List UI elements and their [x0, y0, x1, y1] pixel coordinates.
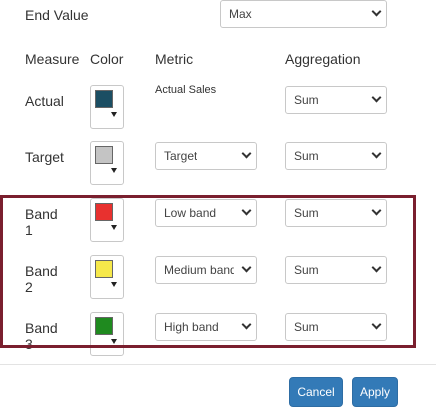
measure-label-band-3: Band 3: [25, 320, 58, 352]
measure-label-line1: Band: [25, 263, 58, 279]
measure-label-line2: 1: [25, 222, 33, 238]
color-swatch: [95, 146, 113, 164]
metric-select-value: Target: [164, 149, 198, 163]
metric-select-target[interactable]: Target: [155, 142, 257, 170]
header-measure: Measure: [25, 51, 80, 67]
end-value-select-value: Max: [229, 7, 252, 21]
chevron-down-icon: [371, 148, 382, 159]
metric-select-band-2[interactable]: Medium band: [155, 256, 257, 284]
color-swatch: [95, 260, 113, 278]
chevron-down-icon: [241, 262, 252, 273]
chevron-down-icon: [241, 319, 252, 330]
aggregation-select-value: Sum: [294, 263, 319, 277]
caret-down-icon: [111, 112, 117, 117]
header-color: Color: [90, 51, 124, 67]
chevron-down-icon: [371, 6, 382, 17]
color-swatch: [95, 203, 113, 221]
cancel-button[interactable]: Cancel: [289, 377, 343, 407]
chevron-down-icon: [371, 319, 382, 330]
color-picker-target[interactable]: [90, 141, 124, 185]
footer-divider: [0, 364, 436, 365]
aggregation-select-target[interactable]: Sum: [285, 142, 387, 170]
chevron-down-icon: [241, 148, 252, 159]
color-swatch: [95, 317, 113, 335]
chevron-down-icon: [371, 262, 382, 273]
chevron-down-icon: [371, 92, 382, 103]
measure-label-line1: Band: [25, 206, 58, 222]
metric-select-band-1[interactable]: Low band: [155, 199, 257, 227]
caret-down-icon: [111, 282, 117, 287]
header-aggregation: Aggregation: [285, 51, 361, 67]
end-value-label: End Value: [25, 7, 89, 23]
aggregation-select-band-3[interactable]: Sum: [285, 313, 387, 341]
measure-label-target: Target: [25, 149, 64, 165]
aggregation-select-value: Sum: [294, 149, 319, 163]
metric-text-actual: Actual Sales: [155, 84, 217, 96]
header-metric: Metric: [155, 51, 194, 67]
metric-select-band-3[interactable]: High band: [155, 313, 257, 341]
apply-button[interactable]: Apply: [352, 377, 398, 407]
metric-select-value: High band: [164, 320, 219, 334]
measure-label-line2: 2: [25, 279, 33, 295]
measure-label-line1: Actual: [25, 93, 64, 109]
caret-down-icon: [111, 339, 117, 344]
measure-label-line2: 3: [25, 336, 33, 352]
measure-label-line1: Band: [25, 320, 58, 336]
color-swatch: [95, 90, 113, 108]
end-value-select[interactable]: Max: [220, 0, 387, 28]
measure-label-line1: Target: [25, 149, 64, 165]
caret-down-icon: [111, 225, 117, 230]
color-picker-band-2[interactable]: [90, 255, 124, 299]
measure-label-band-1: Band 1: [25, 206, 58, 238]
aggregation-select-actual[interactable]: Sum: [285, 86, 387, 114]
aggregation-select-value: Sum: [294, 206, 319, 220]
color-picker-band-1[interactable]: [90, 198, 124, 242]
color-picker-actual[interactable]: [90, 85, 124, 129]
chevron-down-icon: [371, 205, 382, 216]
metric-select-value: Medium band: [164, 263, 234, 277]
measure-label-band-2: Band 2: [25, 263, 58, 295]
color-picker-band-3[interactable]: [90, 312, 124, 356]
chevron-down-icon: [241, 205, 252, 216]
caret-down-icon: [111, 168, 117, 173]
aggregation-select-band-1[interactable]: Sum: [285, 199, 387, 227]
aggregation-select-value: Sum: [294, 93, 319, 107]
measure-label-actual: Actual: [25, 93, 64, 109]
metric-select-value: Low band: [164, 206, 217, 220]
aggregation-select-band-2[interactable]: Sum: [285, 256, 387, 284]
aggregation-select-value: Sum: [294, 320, 319, 334]
